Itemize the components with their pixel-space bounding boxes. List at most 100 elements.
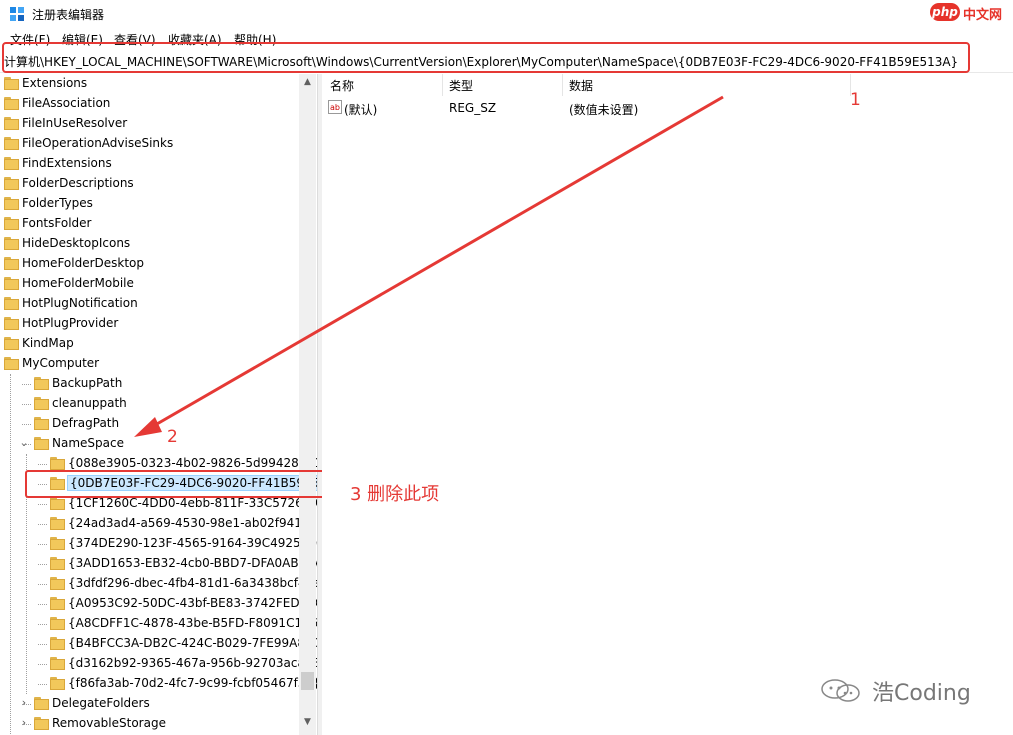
scroll-up-arrow-icon[interactable]: ▲ — [299, 74, 316, 91]
folder-icon — [34, 417, 49, 430]
tree-node[interactable]: HotPlugProvider — [0, 314, 298, 334]
tree-node-label: {3ADD1653-EB32-4cb0-BBD7-DFA0ABB5A — [68, 556, 317, 570]
folder-icon — [34, 437, 49, 450]
folder-icon — [4, 97, 19, 110]
tree-node-label: {374DE290-123F-4565-9164-39C4925E467 — [68, 536, 317, 550]
tree-node[interactable]: › RemovableStorage — [0, 714, 298, 734]
tree-connector — [38, 524, 47, 525]
tree-connector — [22, 384, 31, 385]
tree-node[interactable]: {24ad3ad4-a569-4530-98e1-ab02f9417aa8 — [0, 514, 317, 534]
php-cn-logo: php 中文网 — [930, 1, 1012, 25]
tree-node-label: {B4BFCC3A-DB2C-424C-B029-7FE99A87C6 — [68, 636, 317, 650]
tree-node[interactable]: HotPlugNotification — [0, 294, 298, 314]
values-pane[interactable]: 名称 类型 数据 ab (默认) REG_SZ (数值未设置) — [322, 74, 1013, 735]
tree-node[interactable]: {A0953C92-50DC-43bf-BE83-3742FED03C9 — [0, 594, 317, 614]
tree-node[interactable]: {3ADD1653-EB32-4cb0-BBD7-DFA0ABB5A — [0, 554, 317, 574]
tree-node[interactable]: FileAssociation — [0, 94, 298, 114]
folder-icon — [4, 77, 19, 90]
folder-icon — [4, 357, 19, 370]
annotation-number-2: 2 — [167, 427, 178, 447]
registry-editor-icon — [10, 7, 24, 21]
tree-connector — [38, 544, 47, 545]
tree-connector — [38, 664, 47, 665]
tree-node[interactable]: FolderTypes — [0, 194, 298, 214]
tree-node[interactable]: {3dfdf296-dbec-4fb4-81d1-6a3438bcf4de} — [0, 574, 317, 594]
tree-connector — [38, 564, 47, 565]
folder-icon — [50, 457, 65, 470]
tree-node-label: HomeFolderMobile — [22, 276, 134, 290]
window-title: 注册表编辑器 — [32, 8, 105, 22]
folder-icon — [50, 677, 65, 690]
key-tree-pane[interactable]: Extensions FileAssociation FileInUseResolv… — [0, 74, 317, 735]
scroll-down-arrow-icon[interactable]: ▼ — [299, 714, 316, 731]
tree-connector — [22, 444, 31, 445]
tree-node[interactable]: {d3162b92-9365-467a-956b-92703aca08a — [0, 654, 317, 674]
tree-node[interactable]: {f86fa3ab-70d2-4fc7-9c99-fcbf05467f3a} — [0, 674, 317, 694]
tree-connector — [22, 404, 31, 405]
tree-node[interactable]: {B4BFCC3A-DB2C-424C-B029-7FE99A87C6 — [0, 634, 317, 654]
value-type: REG_SZ — [449, 101, 497, 115]
tree-connector — [38, 584, 47, 585]
tree-node-label: HomeFolderDesktop — [22, 256, 145, 270]
expand-chevron-icon[interactable]: › — [18, 716, 30, 730]
folder-icon — [4, 137, 19, 150]
string-value-icon: ab — [328, 100, 342, 114]
tree-connector — [22, 424, 31, 425]
tree-node[interactable]: HideDesktopIcons — [0, 234, 298, 254]
column-divider[interactable] — [442, 74, 443, 96]
annotation-box-selected-key — [25, 470, 333, 498]
column-divider[interactable] — [562, 74, 563, 96]
tree-connector — [38, 684, 47, 685]
tree-node[interactable]: FileInUseResolver — [0, 114, 298, 134]
tree-node-label: {f86fa3ab-70d2-4fc7-9c99-fcbf05467f3a} — [68, 676, 317, 690]
folder-icon — [4, 157, 19, 170]
tree-node[interactable]: MyComputer — [0, 354, 298, 374]
tree-guide-line — [10, 374, 11, 734]
tree-connector — [38, 624, 47, 625]
tree-node-label: FileInUseResolver — [22, 116, 128, 130]
tree-node-label: Extensions — [22, 76, 88, 90]
tree-scrollbar[interactable]: ▲ ▼ — [299, 74, 316, 735]
tree-node[interactable]: FolderDescriptions — [0, 174, 298, 194]
folder-icon — [34, 697, 49, 710]
tree-node[interactable]: FileOperationAdviseSinks — [0, 134, 298, 154]
tree-node-label: {d3162b92-9365-467a-956b-92703aca08a — [68, 656, 317, 670]
value-name[interactable]: (默认) — [344, 101, 377, 118]
tree-node[interactable]: › DelegateFolders — [0, 694, 298, 714]
tree-node-label: {088e3905-0323-4b02-9826-5d99428e115 — [68, 456, 317, 470]
folder-icon — [4, 337, 19, 350]
tree-node[interactable]: BackupPath — [0, 374, 298, 394]
column-header-data[interactable]: 数据 — [569, 77, 593, 94]
collapse-chevron-icon[interactable]: ⌄ — [18, 436, 30, 450]
tree-node[interactable]: {374DE290-123F-4565-9164-39C4925E467 — [0, 534, 317, 554]
watermark: 浩Coding — [820, 675, 990, 706]
folder-icon — [50, 637, 65, 650]
folder-icon — [4, 117, 19, 130]
tree-node[interactable]: KindMap — [0, 334, 298, 354]
tree-node[interactable]: HomeFolderDesktop — [0, 254, 298, 274]
tree-node-label: BackupPath — [52, 376, 123, 390]
tree-node[interactable]: FindExtensions — [0, 154, 298, 174]
tree-node[interactable]: DefragPath — [0, 414, 298, 434]
watermark-text: 浩Coding — [872, 681, 971, 706]
folder-icon — [50, 517, 65, 530]
column-header-type[interactable]: 类型 — [449, 77, 473, 94]
tree-connector — [22, 704, 31, 705]
folder-icon — [50, 497, 65, 510]
tree-node[interactable]: FontsFolder — [0, 214, 298, 234]
folder-icon — [4, 277, 19, 290]
folder-icon — [50, 597, 65, 610]
folder-icon — [4, 217, 19, 230]
scroll-thumb[interactable] — [301, 672, 314, 690]
tree-node[interactable]: {A8CDFF1C-4878-43be-B5FD-F8091C1C60I — [0, 614, 317, 634]
column-header-name[interactable]: 名称 — [330, 77, 354, 94]
tree-node[interactable]: ⌄ NameSpace — [0, 434, 298, 454]
tree-node[interactable]: cleanuppath — [0, 394, 298, 414]
tree-node[interactable]: Extensions — [0, 74, 298, 94]
annotation-delete-this-item: 3 删除此项 — [350, 484, 440, 505]
tree-node-label: FileOperationAdviseSinks — [22, 136, 174, 150]
expand-chevron-icon[interactable]: › — [18, 696, 30, 710]
folder-icon — [50, 557, 65, 570]
tree-node[interactable]: HomeFolderMobile — [0, 274, 298, 294]
wechat-icon — [821, 679, 860, 702]
